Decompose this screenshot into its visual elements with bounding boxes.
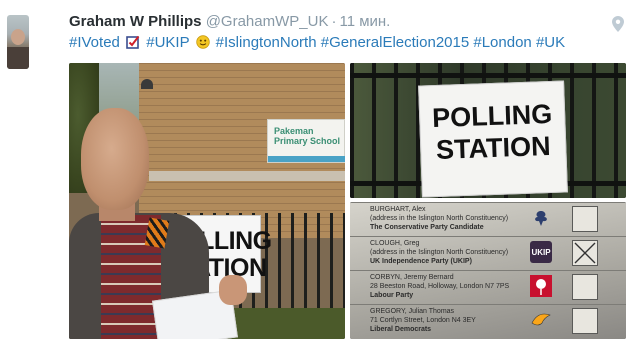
hashtag-ivoted[interactable]: #IVoted	[69, 34, 120, 51]
candidate-address: 71 Cortlyn Street, London N4 3EY	[370, 317, 476, 324]
candidate-entry: CORBYN, Jeremy Bernard 28 Beeston Road, …	[370, 273, 509, 300]
school-sign-text: Pakeman Primary School	[274, 126, 341, 146]
ballot-row: GREGORY, Julian Thomas 71 Cortlyn Street…	[350, 304, 626, 339]
author-name[interactable]: Graham W Phillips	[69, 13, 202, 30]
conservatives-logo-icon	[535, 211, 547, 226]
smiley-emoji-icon	[195, 35, 210, 49]
candidate-address: (address in the Islington North Constitu…	[370, 215, 509, 222]
photo-ballot-paper[interactable]: BURGHART, Alex (address in the Islington…	[350, 202, 626, 339]
fence-top-bar	[350, 73, 626, 78]
person-hand	[219, 275, 247, 305]
hashtag-london[interactable]: #London	[473, 34, 531, 51]
liberal-democrats-logo-icon	[531, 313, 551, 326]
photo-selfie-polling-station[interactable]: Pakeman Primary School POLLING STATION	[69, 63, 345, 339]
candidate-address: 28 Beeston Road, Holloway, London N7 7PS	[370, 283, 510, 290]
tweet-header: Graham W Phillips @GrahamWP_UK · 11 мин.	[69, 13, 390, 31]
candidate-party: The Conservative Party Candidate	[370, 224, 484, 231]
ballot-box	[572, 274, 598, 300]
wall-lamp	[141, 79, 153, 89]
candidate-party: Labour Party	[370, 292, 414, 299]
avatar[interactable]	[7, 15, 29, 69]
map-pin-icon[interactable]	[612, 16, 624, 32]
candidate-name: CLOUGH, Greg	[370, 240, 420, 247]
ballot-box	[572, 308, 598, 334]
candidate-party: Liberal Democrats	[370, 326, 432, 333]
tweet-timestamp[interactable]: 11 мин.	[339, 13, 390, 30]
person-head	[81, 108, 149, 210]
author-handle[interactable]: @GrahamWP_UK	[206, 13, 329, 30]
ballot-row: BURGHART, Alex (address in the Islington…	[350, 202, 626, 236]
ballot-box-check-icon	[126, 35, 140, 49]
separator-dot: ·	[331, 13, 337, 30]
ballot-row: CORBYN, Jeremy Bernard 28 Beeston Road, …	[350, 270, 626, 304]
candidate-address: (address in the Islington North Constitu…	[370, 249, 509, 256]
svg-text:UKIP: UKIP	[531, 248, 551, 257]
candidate-entry: CLOUGH, Greg (address in the Islington N…	[370, 239, 508, 266]
ukip-logo-icon: UKIP	[530, 241, 552, 263]
hashtag-uk[interactable]: #UK	[536, 34, 565, 51]
hashtag-islingtonnorth[interactable]: #IslingtonNorth	[216, 34, 317, 51]
candidate-name: CORBYN, Jeremy Bernard	[370, 274, 454, 281]
photo-polling-station-sign[interactable]: POLLING STATION	[350, 63, 626, 198]
labour-rose-logo-icon	[530, 275, 552, 297]
candidate-name: BURGHART, Alex	[370, 206, 426, 213]
candidate-entry: BURGHART, Alex (address in the Islington…	[370, 205, 508, 232]
polling-station-sign: POLLING STATION	[418, 80, 568, 198]
canopy	[149, 171, 345, 181]
ballot-box	[572, 206, 598, 232]
school-sign-stripe	[268, 156, 345, 162]
polling-sign-line2: STATION	[435, 131, 552, 165]
hashtag-ukip[interactable]: #UKIP	[146, 34, 189, 51]
candidate-name: GREGORY, Julian Thomas	[370, 308, 455, 315]
hashtag-generalelection2015[interactable]: #GeneralElection2015	[321, 34, 469, 51]
ballot-box-marked	[572, 240, 598, 266]
ballot-row: CLOUGH, Greg (address in the Islington N…	[350, 236, 626, 270]
candidate-entry: GREGORY, Julian Thomas 71 Cortlyn Street…	[370, 307, 476, 334]
avatar-face	[11, 29, 25, 45]
polling-sign-line1: POLLING	[431, 98, 553, 134]
tweet-text: #IVoted #UKIP #IslingtonNorth #GeneralEl…	[69, 34, 565, 52]
candidate-party: UK Independence Party (UKIP)	[370, 258, 472, 265]
school-sign: Pakeman Primary School	[267, 119, 345, 163]
avatar-body	[7, 47, 29, 69]
